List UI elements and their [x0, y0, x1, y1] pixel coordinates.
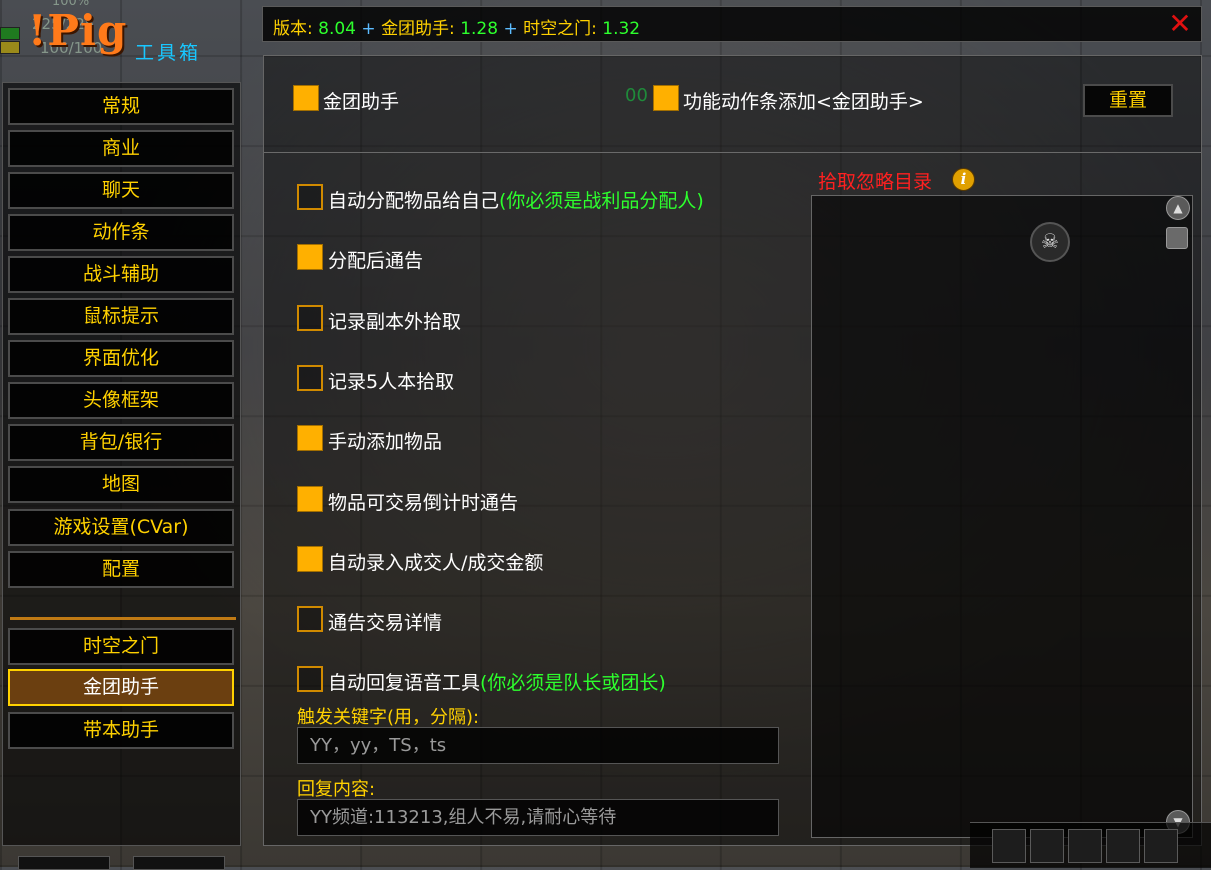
actionbar-add-checkbox[interactable]	[653, 85, 679, 111]
option-label-log-5man: 记录5人本拾取	[328, 371, 455, 393]
version-value: 8.04	[318, 19, 356, 39]
title-bar: 版本: 8.04 + 金团助手: 1.28 + 时空之门: 1.32 ✕	[262, 6, 1202, 42]
option-label-auto-assign: 自动分配物品给自己(你必须是战利品分配人)	[328, 190, 704, 212]
sidebar-item-profile[interactable]: 配置	[8, 551, 234, 588]
sidebar-item-general[interactable]: 常规	[8, 88, 234, 125]
version-label: 版本:	[273, 19, 313, 39]
keyword-input[interactable]: YY，yy，TS，ts	[297, 727, 779, 764]
sidebar-item-chat[interactable]: 聊天	[8, 172, 234, 209]
portal-version-value: 1.32	[602, 19, 641, 39]
option-label-auto-reply-voice: 自动回复语音工具(你必须是队长或团长)	[328, 672, 666, 694]
sidebar-item-cvar[interactable]: 游戏设置(CVar)	[8, 509, 234, 546]
skull-icon: ☠	[1030, 222, 1070, 262]
sidebar-item-bags[interactable]: 背包/银行	[8, 424, 234, 461]
sidebar-item-ui[interactable]: 界面优化	[8, 340, 234, 377]
plus-sign: +	[503, 19, 518, 39]
scroll-up-icon[interactable]: ▲	[1166, 196, 1190, 220]
sidebar-item-portal[interactable]: 时空之门	[8, 628, 234, 665]
addon-logo: !Pig	[28, 6, 128, 55]
scrollbar-thumb[interactable]	[1166, 227, 1188, 249]
addon-subtitle: 工具箱	[135, 42, 202, 64]
header-divider	[264, 152, 1201, 153]
keyword-field-label: 触发关键字(用，分隔):	[297, 707, 480, 728]
health-bar	[0, 27, 20, 40]
enable-raid-helper-checkbox[interactable]	[293, 85, 319, 111]
option-label-manual-add: 手动添加物品	[328, 431, 443, 453]
ignore-list-title: 拾取忽略目录	[818, 171, 933, 193]
option-checkbox-log-outside-instance[interactable]	[297, 305, 323, 331]
version-info: 版本: 8.04 + 金团助手: 1.28 + 时空之门: 1.32	[273, 14, 640, 39]
bottom-tab[interactable]	[18, 856, 110, 870]
option-label-auto-record-buyer: 自动录入成交人/成交金额	[328, 552, 544, 574]
option-label-trade-countdown: 物品可交易倒计时通告	[328, 492, 519, 514]
sidebar-item-raid-helper[interactable]: 金团助手	[8, 669, 234, 706]
option-checkbox-announce-trade[interactable]	[297, 606, 323, 632]
sidebar-item-unitframe[interactable]: 头像框架	[8, 382, 234, 419]
sidebar-item-map[interactable]: 地图	[8, 466, 234, 503]
option-checkbox-announce-after-assign[interactable]	[297, 244, 323, 270]
sidebar-item-tooltip[interactable]: 鼠标提示	[8, 298, 234, 335]
option-label-log-outside-instance: 记录副本外拾取	[328, 311, 462, 333]
option-label-announce-trade: 通告交易详情	[328, 612, 443, 634]
option-checkbox-log-5man[interactable]	[297, 365, 323, 391]
actionbar-add-label: 功能动作条添加<金团助手>	[683, 91, 924, 113]
sidebar-item-combat[interactable]: 战斗辅助	[8, 256, 234, 293]
info-icon[interactable]: i	[952, 168, 975, 191]
action-slot[interactable]	[1030, 829, 1064, 863]
sidebar-item-commerce[interactable]: 商业	[8, 130, 234, 167]
mana-bar	[0, 41, 20, 54]
portal-version-label: 时空之门:	[523, 19, 597, 39]
ignore-list-box[interactable]	[811, 195, 1193, 838]
raid-version-label: 金团助手:	[381, 19, 455, 39]
sidebar-item-actionbar[interactable]: 动作条	[8, 214, 234, 251]
option-label-announce-after-assign: 分配后通告	[328, 250, 424, 272]
reply-field-label: 回复内容:	[297, 779, 376, 800]
bottom-tab[interactable]	[133, 856, 225, 870]
action-slot[interactable]	[1068, 829, 1102, 863]
option-checkbox-auto-reply-voice[interactable]	[297, 666, 323, 692]
option-checkbox-auto-assign[interactable]	[297, 184, 323, 210]
sidebar-separator	[10, 617, 236, 620]
reply-input[interactable]: YY频道:113213,组人不易,请耐心等待	[297, 799, 779, 836]
enable-raid-helper-label: 金团助手	[323, 91, 400, 113]
option-checkbox-manual-add[interactable]	[297, 425, 323, 451]
action-slot[interactable]	[1106, 829, 1140, 863]
option-checkbox-trade-countdown[interactable]	[297, 486, 323, 512]
action-bar	[970, 822, 1211, 868]
actionbar-prefix: 00	[625, 85, 648, 106]
close-icon[interactable]: ✕	[1167, 10, 1193, 38]
plus-sign: +	[361, 19, 376, 39]
action-slot[interactable]	[1144, 829, 1178, 863]
raid-version-value: 1.28	[460, 19, 499, 39]
reset-button[interactable]: 重置	[1083, 84, 1173, 117]
option-checkbox-auto-record-buyer[interactable]	[297, 546, 323, 572]
action-slot[interactable]	[992, 829, 1026, 863]
sidebar-item-dungeon-helper[interactable]: 带本助手	[8, 712, 234, 749]
